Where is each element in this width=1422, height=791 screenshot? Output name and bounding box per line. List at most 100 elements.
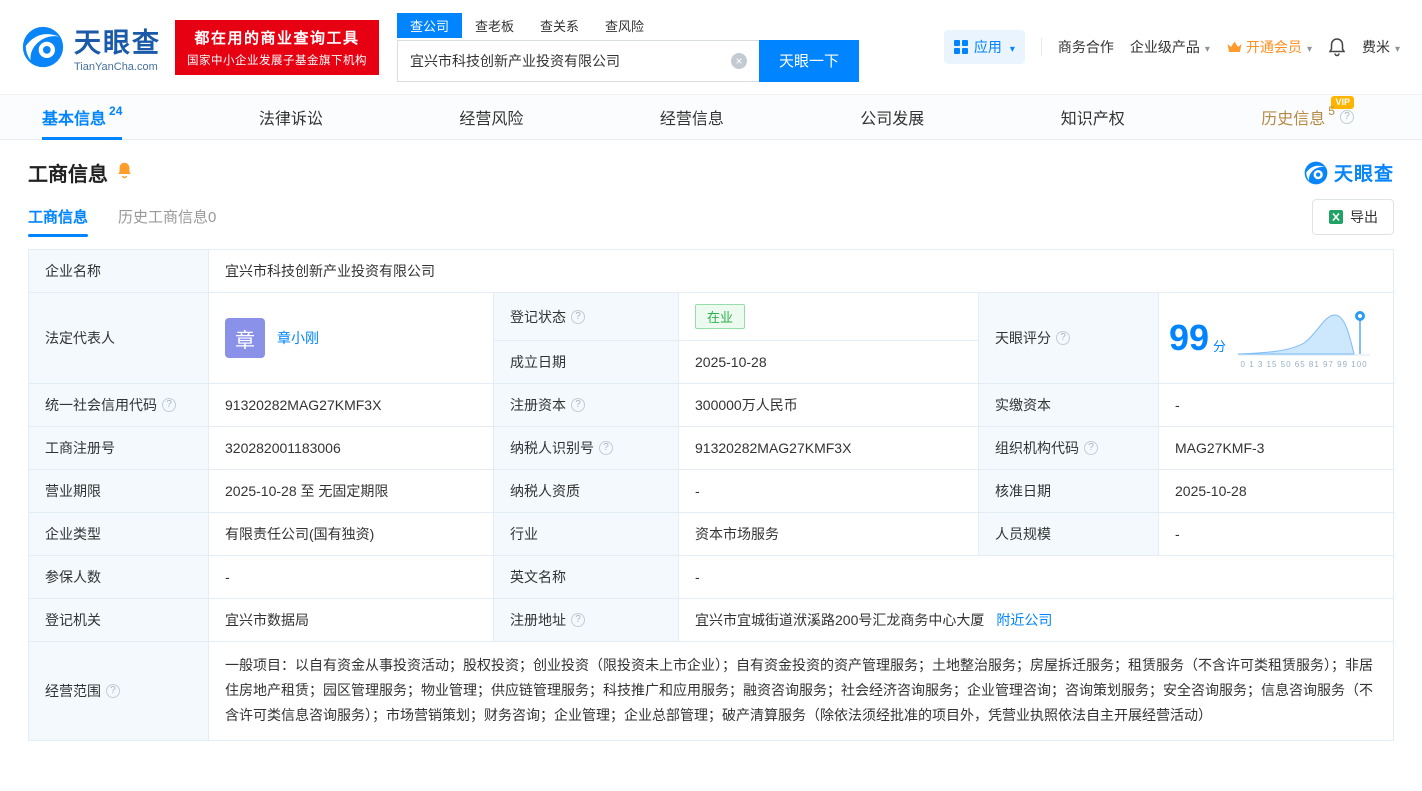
subtab-business-info[interactable]: 工商信息 [28,206,89,237]
export-button[interactable]: 导出 [1312,199,1394,235]
promo-banner: 都在用的商业查询工具 国家中小企业发展子基金旗下机构 [175,19,379,75]
tianyancha-logo[interactable]: 天眼查 TianYanCha.com [20,21,161,73]
label-text: 经营范围 [45,682,101,699]
table-row: 统一社会信用代码 91320282MAG27KMF3X 注册资本 300000万… [28,383,1394,427]
table-row: 法定代表人 章 章小刚 登记状态 在业 天眼评分 99 分 [28,292,1394,384]
chevron-down-icon [1008,39,1015,55]
notification-bell-icon[interactable] [1328,37,1346,57]
tab-history-info[interactable]: VIP 历史信息 5 [1261,95,1360,139]
value-english-name: - [678,555,1394,599]
vip-upgrade-link[interactable]: 开通会员 [1226,37,1312,57]
label-reg-capital: 注册资本 [493,383,679,427]
value-score: 99 分 0 1 3 15 50 65 81 97 99 100 [1158,292,1394,384]
label-industry: 行业 [493,512,679,556]
legal-rep-avatar[interactable]: 章 [225,318,265,358]
crown-icon [1227,41,1242,52]
promo-line2: 国家中小企业发展子基金旗下机构 [187,54,367,67]
tab-basic-info[interactable]: 基本信息 24 [42,95,123,140]
tianyancha-logo-icon [1304,161,1328,184]
tab-label: 基本信息 [42,111,107,128]
score-unit: 分 [1213,338,1227,354]
tab-label: 经营风险 [459,111,524,128]
header-right-menu: 应用 商务合作 企业级产品 开通会员 费米 [943,30,1400,64]
search-tab-risk[interactable]: 查风险 [592,13,657,38]
help-icon[interactable] [1084,441,1098,455]
legal-rep-link[interactable]: 章小刚 [277,328,319,348]
biz-cooperation-link[interactable]: 商务合作 [1058,37,1114,57]
brand-name: 天眼查 [74,28,161,58]
tab-label: 历史信息 [1261,111,1326,128]
value-reg-address: 宜兴市宜城街道洑溪路200号汇龙商务中心大厦 附近公司 [678,598,1394,642]
vip-upgrade-label: 开通会员 [1245,39,1302,55]
table-row: 企业名称 宜兴市科技创新产业投资有限公司 [28,249,1394,293]
tianyancha-logo-icon [22,26,64,68]
table-row: 经营范围 一般项目：以自有资金从事投资活动；股权投资；创业投资（限投资未上市企业… [28,641,1394,741]
label-taxpayer-qualification: 纳税人资质 [493,469,679,513]
label-reg-status: 登记状态 [493,292,679,341]
value-reg-number: 320282001183006 [208,426,494,470]
label-business-term: 营业期限 [28,469,209,513]
brand-domain: TianYanCha.com [74,61,158,73]
tab-label: 经营信息 [659,111,724,128]
enterprise-products-label: 企业级产品 [1129,39,1200,55]
tab-legal-proceedings[interactable]: 法律诉讼 [259,95,323,139]
tab-intellectual-property[interactable]: 知识产权 [1061,95,1125,139]
score-axis-ticks: 0 1 3 15 50 65 81 97 99 100 [1240,360,1368,369]
divider [1040,38,1042,56]
help-icon[interactable] [599,441,613,455]
table-row: 工商注册号 320282001183006 纳税人识别号 91320282MAG… [28,426,1394,470]
tab-label: 知识产权 [1060,111,1125,128]
search-button[interactable]: 天眼一下 [759,39,859,82]
search-tab-relation[interactable]: 查关系 [527,13,592,38]
tab-business-info[interactable]: 经营信息 [660,95,724,139]
search-box [397,39,759,82]
label-paid-capital: 实缴资本 [978,383,1159,427]
help-icon[interactable] [571,613,585,627]
clear-icon[interactable] [731,52,747,69]
help-icon[interactable] [106,683,120,698]
value-reg-authority: 宜兴市数据局 [208,598,494,642]
tab-business-risk[interactable]: 经营风险 [459,95,523,139]
enterprise-products-menu[interactable]: 企业级产品 [1130,37,1210,57]
tab-label: 法律诉讼 [258,111,323,128]
label-insured-count: 参保人数 [28,555,209,599]
user-menu[interactable]: 费米 [1362,37,1400,57]
label-reg-address: 注册地址 [493,598,679,642]
label-reg-authority: 登记机关 [28,598,209,642]
company-nav-tabs: 基本信息 24 法律诉讼 经营风险 经营信息 公司发展 知识产权 VIP 历史信… [0,94,1422,140]
table-row: 营业期限 2025-10-28 至 无固定期限 纳税人资质 - 核准日期 202… [28,469,1394,513]
search-tabs: 查公司 查老板 查关系 查风险 [397,12,859,38]
search-input[interactable] [397,39,759,82]
value-credit-code: 91320282MAG27KMF3X [208,383,494,427]
help-icon[interactable] [571,398,585,412]
top-header: 天眼查 TianYanCha.com 都在用的商业查询工具 国家中小企业发展子基… [0,0,1422,94]
label-business-scope: 经营范围 [28,641,209,741]
apps-grid-icon [953,40,968,54]
subscribe-bell-icon[interactable] [116,161,133,184]
value-approval-date: 2025-10-28 [1158,469,1394,513]
tab-company-development[interactable]: 公司发展 [860,95,924,139]
help-icon[interactable] [162,398,176,412]
search-tab-company[interactable]: 查公司 [397,12,463,38]
search-tab-boss[interactable]: 查老板 [462,13,527,38]
label-text: 组织机构代码 [995,440,1079,456]
tab-count: 5 [1328,104,1335,118]
help-icon[interactable] [571,309,585,324]
value-establish-date: 2025-10-28 [678,340,979,384]
label-text: 注册资本 [510,397,566,413]
label-credit-code: 统一社会信用代码 [28,383,209,427]
value-staff-size: - [1158,512,1394,556]
nearby-companies-link[interactable]: 附近公司 [996,612,1052,628]
chevron-down-icon [1203,39,1210,55]
help-icon[interactable] [1339,110,1354,124]
help-icon[interactable] [1056,331,1070,345]
section-header: 工商信息 天眼查 [0,158,1422,187]
value-industry: 资本市场服务 [678,512,979,556]
section-title: 工商信息 [28,164,108,186]
label-english-name: 英文名称 [493,555,679,599]
apps-menu[interactable]: 应用 [943,30,1025,64]
subtab-history-business-info[interactable]: 历史工商信息0 [118,206,216,237]
business-info-table: 企业名称 宜兴市科技创新产业投资有限公司 法定代表人 章 章小刚 登记状态 在业… [28,249,1394,741]
value-business-term: 2025-10-28 至 无固定期限 [208,469,494,513]
status-badge: 在业 [695,304,746,329]
